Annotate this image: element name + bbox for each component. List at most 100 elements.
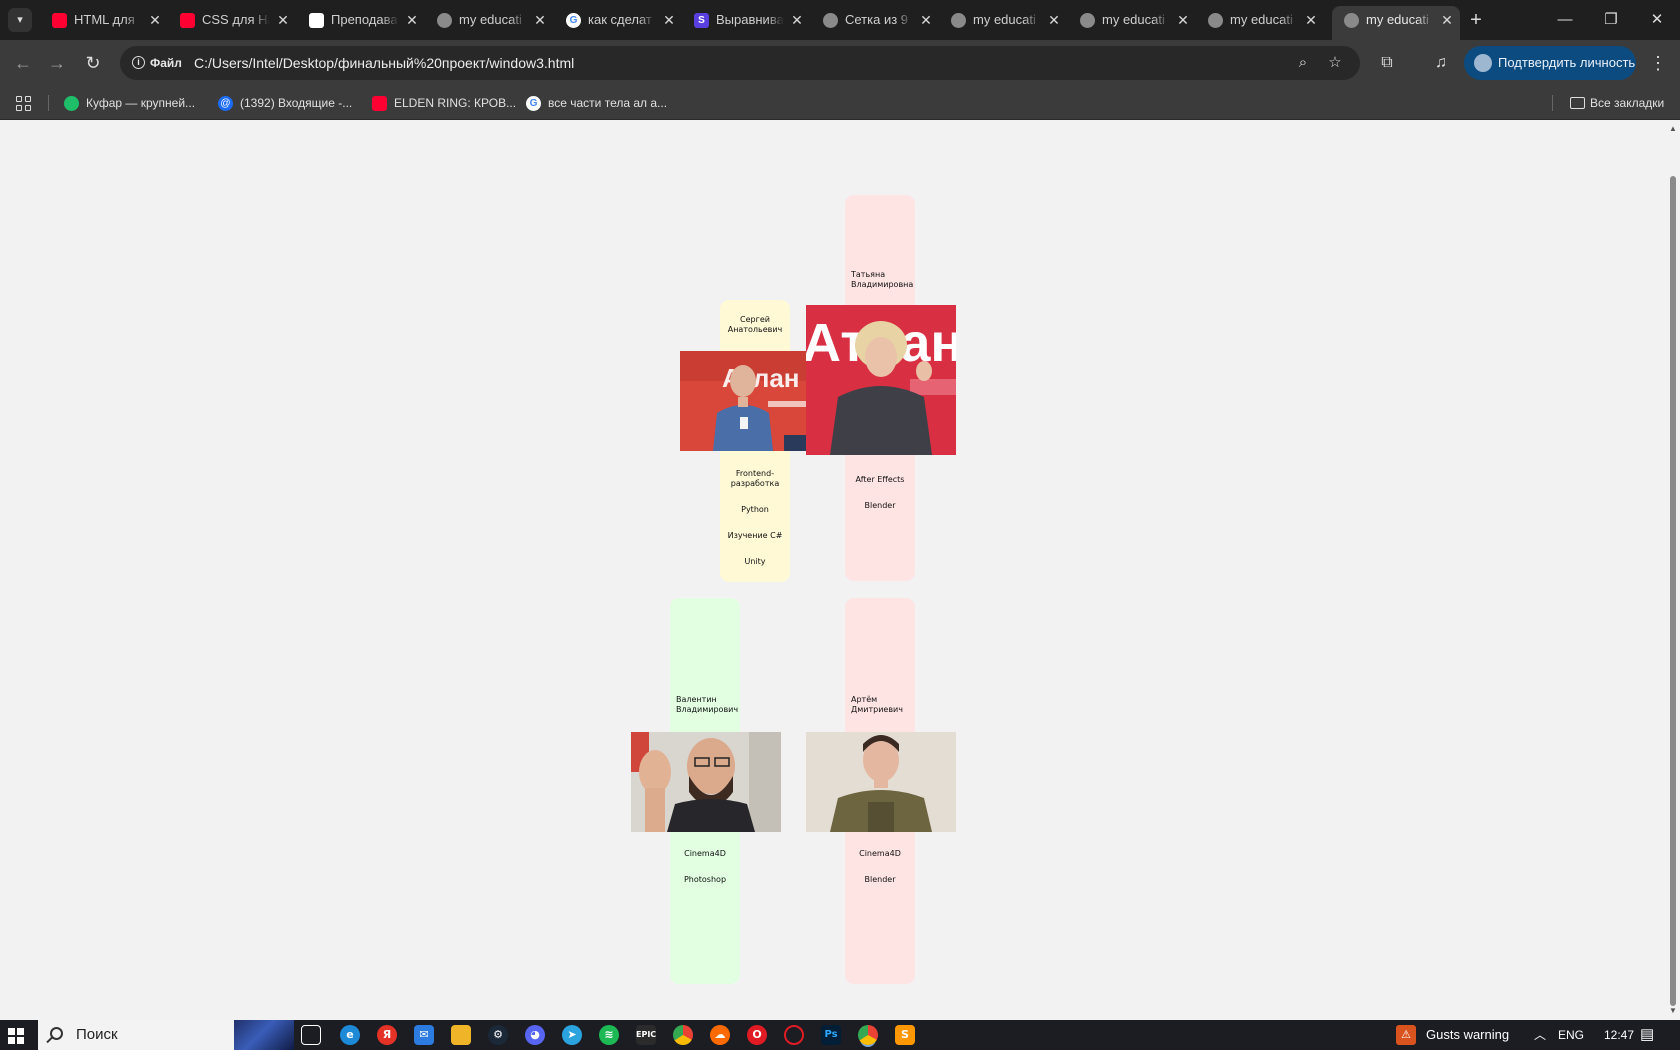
tab-title: my educati [1366,12,1429,27]
google-icon: G [526,96,541,111]
tab-7[interactable]: Сетка из 9 ✕ [811,6,939,34]
bookmark-kufar[interactable]: Куфар — крупней... [64,92,195,114]
teacher-photo-sergey: Атлан [680,351,806,451]
close-icon[interactable]: ✕ [1438,6,1456,34]
telegram-icon[interactable]: ➤ [562,1025,582,1045]
apps-grid-icon[interactable] [16,96,32,112]
name-first: Валентин [676,695,717,704]
site-info-button[interactable]: i Файл [126,51,190,75]
scroll-up-icon[interactable]: ▲ [1669,124,1677,133]
bookmark-mail[interactable]: @ (1392) Входящие -... [218,92,352,114]
forward-icon[interactable]: → [44,50,70,76]
chevron-up-icon[interactable]: ︿ [1534,1020,1546,1050]
all-bookmarks-button[interactable]: Все закладки [1570,92,1664,114]
scroll-down-icon[interactable]: ▼ [1669,1006,1677,1015]
chrome-icon[interactable] [673,1025,693,1045]
search-icon [50,1027,63,1040]
close-icon[interactable]: ✕ [660,6,678,34]
mail-at-icon: @ [218,96,233,111]
close-icon[interactable]: ✕ [531,6,549,34]
weather-warning-icon[interactable]: ⚠ [1396,1025,1416,1045]
windows-start-icon[interactable] [8,1028,24,1044]
zoom-icon[interactable]: ⌕ [1292,52,1314,74]
language-indicator[interactable]: ENG [1558,1020,1584,1050]
divider [48,95,49,111]
bookmark-google[interactable]: G все части тела ал а... [526,92,667,114]
tab-11-active[interactable]: my educati ✕ [1332,6,1460,40]
profile-verify-button[interactable]: Подтвердить личность [1464,46,1636,80]
notifications-icon[interactable]: ▤ [1640,1020,1654,1050]
clock[interactable]: 12:47 [1604,1020,1634,1050]
weather-text[interactable]: Gusts warning [1426,1020,1509,1050]
tab-10[interactable]: my educati ✕ [1196,6,1324,34]
globe-icon [1344,13,1359,28]
globe-icon [1208,13,1223,28]
address-bar[interactable]: i Файл C:/Users/Intel/Desktop/финальный%… [120,46,1360,80]
opera-icon[interactable]: O [747,1025,767,1045]
tab-title: Выравнива [716,12,784,27]
name-patronymic: Анатольевич [727,325,783,334]
back-icon[interactable]: ← [10,50,36,76]
close-window-icon[interactable]: ✕ [1634,0,1680,40]
chrome-active-icon[interactable] [858,1025,878,1045]
edge-icon[interactable]: e [340,1025,360,1045]
tab-9[interactable]: my educati ✕ [1068,6,1196,34]
name-patronymic: Владимирович [676,705,739,714]
file-explorer-icon[interactable] [451,1025,471,1045]
discord-icon[interactable]: ◕ [525,1025,545,1045]
scrollbar-thumb[interactable] [1670,176,1676,1006]
minimize-icon[interactable]: — [1542,0,1588,40]
tab-2[interactable]: CSS для На ✕ [168,6,296,34]
tab-title: my educati [1102,12,1165,27]
star-icon[interactable]: ☆ [1324,52,1346,74]
close-icon[interactable]: ✕ [403,6,421,34]
yandex-icon[interactable]: Я [377,1025,397,1045]
skill-item: разработка [730,479,780,488]
globe-icon [437,13,452,28]
page-scrollbar[interactable]: ▲ ▼ [1666,120,1680,1020]
tab-1[interactable]: HTML для ✕ [40,6,168,34]
skill-item: Photoshop [683,875,727,884]
tab-8[interactable]: my educati ✕ [939,6,1067,34]
task-view-icon[interactable] [301,1025,321,1045]
bookmarks-bar: Куфар — крупней... @ (1392) Входящие -..… [0,86,1680,120]
close-icon[interactable]: ✕ [274,6,292,34]
new-tab-button[interactable]: + [1464,8,1488,32]
close-icon[interactable]: ✕ [917,6,935,34]
tab-6[interactable]: S Выравнива ✕ [682,6,810,34]
teacher-name: Татьяна Владимировна [851,270,913,290]
bookmark-elden-ring[interactable]: ELDEN RING: КРОВ... [372,92,516,114]
mail-icon[interactable]: ✉ [414,1025,434,1045]
teacher-photo-artyom [806,732,956,832]
tab-5[interactable]: G как сделат ✕ [554,6,682,34]
close-icon[interactable]: ✕ [1302,6,1320,34]
taskbar-search[interactable]: Поиск [38,1020,294,1050]
all-bookmarks-label: Все закладки [1590,96,1665,110]
close-icon[interactable]: ✕ [146,6,164,34]
tab-4[interactable]: my educati ✕ [425,6,553,34]
spotify-icon[interactable]: ≋ [599,1025,619,1045]
globe-icon [1080,13,1095,28]
skill-item: Unity [744,557,766,566]
file-badge: Файл [150,56,182,70]
epic-games-icon[interactable]: EPIC [636,1025,656,1045]
close-icon[interactable]: ✕ [788,6,806,34]
url-text[interactable]: C:/Users/Intel/Desktop/финальный%20проек… [194,46,574,80]
steam-icon[interactable]: ⚙ [488,1025,508,1045]
tab-title: HTML для [74,12,135,27]
photoshop-icon[interactable]: Ps [821,1025,841,1045]
tab-3[interactable]: Преподава ✕ [297,6,425,34]
tab-search-button[interactable]: ▾ [8,8,32,32]
extensions-icon[interactable]: ⧉ [1374,50,1400,76]
restore-icon[interactable]: ❐ [1588,0,1634,40]
close-icon[interactable]: ✕ [1045,6,1063,34]
more-menu-icon[interactable]: ⋮ [1648,50,1668,76]
google-icon: G [566,13,581,28]
close-icon[interactable]: ✕ [1174,6,1192,34]
media-controls-icon[interactable]: ♫ [1428,50,1454,76]
reload-icon[interactable]: ↻ [80,50,106,76]
opera-gx-icon[interactable] [784,1025,804,1045]
soundcloud-icon[interactable]: ☁ [710,1025,730,1045]
sublime-icon[interactable]: S [895,1025,915,1045]
bookmark-label: Куфар — крупней... [86,96,196,110]
